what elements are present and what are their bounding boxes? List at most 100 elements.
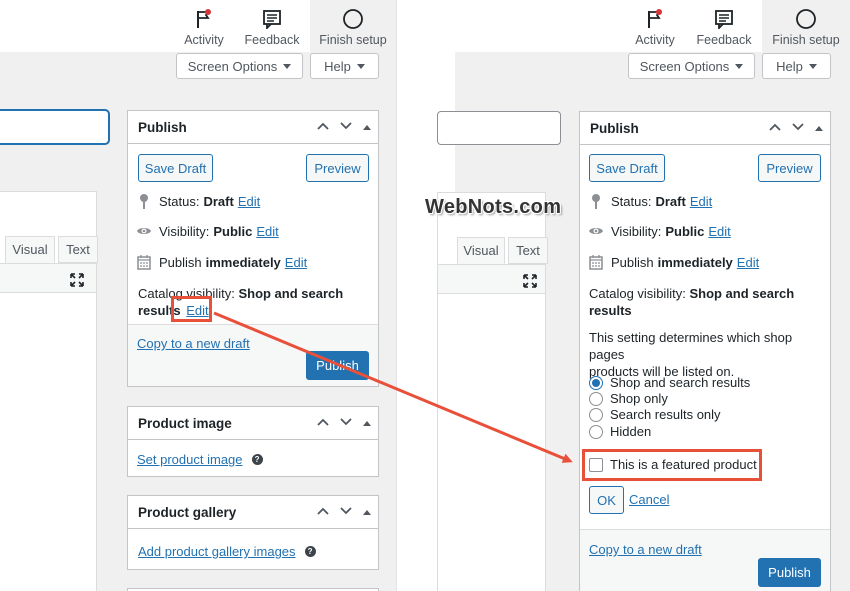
radio-button[interactable] [589,375,603,390]
cancel-link[interactable]: Cancel [629,492,669,507]
publish-box-header: Publish [580,112,830,145]
set-product-image-link[interactable]: Set product image [137,452,243,467]
radio-shop-only[interactable]: Shop only [589,391,668,406]
help-button[interactable]: Help [762,53,831,79]
highlight-featured-box [582,449,762,481]
activity-label: Activity [184,33,224,47]
radio-shop-and-search[interactable]: Shop and search results [589,375,750,390]
ok-button[interactable]: OK [589,486,624,514]
activity-button[interactable]: Activity [629,0,681,52]
watermark-text: WebNots.com [425,196,562,218]
publish-box-header: Publish [128,111,378,144]
add-gallery-images-link[interactable]: Add product gallery images [138,544,296,559]
fullscreen-icon[interactable] [522,273,538,292]
radio-hidden[interactable]: Hidden [589,424,651,439]
catalog-description: This setting determines which shop pages… [589,330,793,379]
radio-search-only[interactable]: Search results only [589,407,721,422]
pin-icon [136,193,152,209]
copy-to-draft-link[interactable]: Copy to a new draft [137,336,250,351]
visibility-row: Visibility: Public Edit [588,223,731,239]
feedback-icon [713,8,735,30]
help-icon[interactable]: ? [304,546,316,557]
publish-actions: Copy to a new draft Publish [128,324,378,386]
feedback-icon [261,8,283,30]
copy-to-draft-link[interactable]: Copy to a new draft [589,542,702,557]
fullscreen-icon[interactable] [69,272,85,291]
product-gallery-title: Product gallery [138,505,237,520]
status-row: Status: Draft Edit [588,193,712,209]
right-screenshot-panel: Activity Feedback Finish setup Screen Op… [397,0,850,591]
flag-icon [644,8,666,30]
publish-box: Publish Save Draft Preview Status: Draft E… [127,110,379,387]
eye-icon [136,223,152,239]
product-title-input[interactable] [0,110,109,144]
tab-text[interactable]: Text [508,237,548,264]
activity-button[interactable]: Activity [178,0,230,52]
save-draft-button[interactable]: Save Draft [589,154,665,182]
product-image-title: Product image [138,416,232,431]
feedback-label: Feedback [244,33,300,47]
calendar-icon [588,254,604,270]
help-label: Help [324,58,351,74]
radio-button[interactable] [589,424,603,439]
chevron-up-icon[interactable] [316,119,330,134]
caret-down-icon [808,63,817,69]
save-draft-button[interactable]: Save Draft [138,154,213,182]
preview-button[interactable]: Preview [306,154,369,182]
edit-status-link[interactable]: Edit [238,194,260,209]
preview-button[interactable]: Preview [758,154,821,182]
publish-button[interactable]: Publish [758,558,821,587]
feedback-button[interactable]: Feedback [241,0,303,52]
catalog-visibility-row: Catalog visibility: Shop and search resu… [589,286,795,318]
publish-box-title: Publish [138,120,187,135]
finish-setup-button[interactable]: Finish setup [310,0,396,52]
radio-button[interactable] [589,391,603,406]
finish-setup-label: Finish setup [319,33,387,47]
triangle-up-icon[interactable] [362,415,372,430]
publish-button[interactable]: Publish [306,351,369,380]
tab-visual[interactable]: Visual [5,236,55,263]
publish-date-row: Publish immediately Edit [588,254,759,270]
caret-down-icon [283,63,292,69]
feedback-button[interactable]: Feedback [693,0,755,52]
product-gallery-box: Product gallery Add product gallery imag… [127,495,379,570]
triangle-up-icon[interactable] [814,120,824,135]
circle-icon [795,8,817,30]
chevron-down-icon[interactable] [339,415,353,430]
circle-icon [342,8,364,30]
product-title-input[interactable] [437,111,561,145]
chevron-up-icon[interactable] [768,120,782,135]
edit-visibility-link[interactable]: Edit [708,224,730,239]
finish-setup-label: Finish setup [772,33,840,47]
tab-visual[interactable]: Visual [457,237,505,264]
status-row: Status: Draft Edit [136,193,260,209]
edit-publish-date-link[interactable]: Edit [737,255,759,270]
edit-visibility-link[interactable]: Edit [256,224,278,239]
help-icon[interactable]: ? [251,454,263,465]
product-image-box: Product image Set product image ? [127,406,379,477]
feedback-label: Feedback [696,33,752,47]
triangle-up-icon[interactable] [362,119,372,134]
activity-label: Activity [635,33,675,47]
screen-options-button[interactable]: Screen Options [628,53,755,79]
triangle-up-icon[interactable] [362,504,372,519]
chevron-down-icon[interactable] [791,120,805,135]
caret-down-icon [735,63,744,69]
edit-publish-date-link[interactable]: Edit [285,255,307,270]
screen-options-button[interactable]: Screen Options [176,53,303,79]
tab-text[interactable]: Text [58,236,98,263]
chevron-up-icon[interactable] [316,504,330,519]
chevron-down-icon[interactable] [339,119,353,134]
publish-date-row: Publish immediately Edit [136,254,307,270]
publish-actions: Copy to a new draft Publish [580,529,830,591]
radio-button[interactable] [589,407,603,422]
publish-box: Publish Save Draft Preview Status: Draft E… [579,111,831,591]
visibility-row: Visibility: Public Edit [136,223,279,239]
help-button[interactable]: Help [310,53,379,79]
chevron-up-icon[interactable] [316,415,330,430]
edit-status-link[interactable]: Edit [690,194,712,209]
caret-down-icon [356,63,365,69]
finish-setup-button[interactable]: Finish setup [762,0,850,52]
chevron-down-icon[interactable] [339,504,353,519]
calendar-icon [136,254,152,270]
